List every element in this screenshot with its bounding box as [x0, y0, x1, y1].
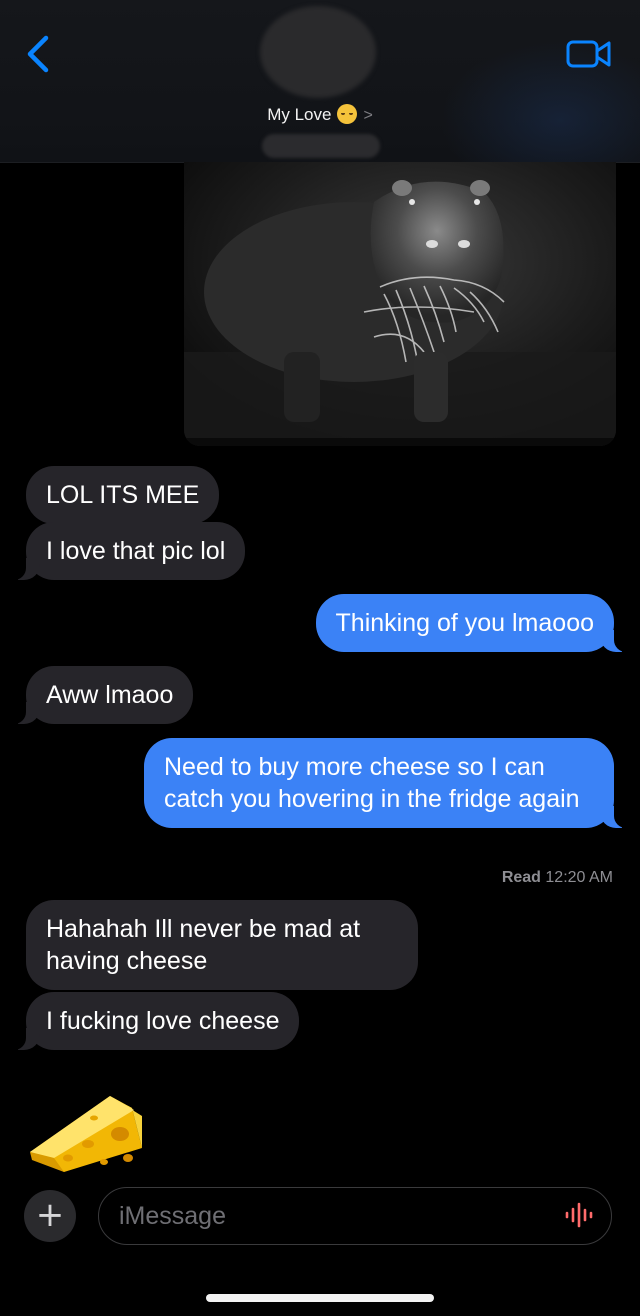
- contact-name-button[interactable]: My Love >: [0, 104, 640, 125]
- message-bubble-incoming[interactable]: Hahahah Ill never be mad at having chees…: [26, 900, 418, 990]
- message-text: LOL ITS MEE: [46, 481, 200, 509]
- smiling-face-with-hearts-icon: [337, 104, 358, 124]
- message-bubble-incoming[interactable]: I fucking love cheese: [11, 992, 300, 1050]
- message-bubble-incoming[interactable]: LOL ITS MEE: [26, 466, 220, 524]
- audio-message-button[interactable]: [563, 1202, 597, 1228]
- message-input[interactable]: iMessage: [98, 1187, 612, 1245]
- video-call-button[interactable]: [566, 38, 612, 70]
- contact-name: My Love: [267, 105, 332, 124]
- message-bubble-incoming[interactable]: Aww lmaoo: [11, 666, 194, 724]
- message-bubble-outgoing[interactable]: Thinking of you lmaooo: [315, 594, 629, 652]
- message-text: I fucking love cheese: [46, 1007, 280, 1035]
- hippo-night-photo: [184, 162, 616, 446]
- message-bubble-outgoing[interactable]: Need to buy more cheese so I can catch y…: [144, 738, 628, 828]
- image-attachment[interactable]: [184, 162, 616, 446]
- avatar[interactable]: [260, 6, 376, 98]
- home-indicator[interactable]: [206, 1294, 434, 1302]
- video-camera-icon: [566, 40, 611, 68]
- message-text: Thinking of you lmaooo: [335, 609, 594, 637]
- read-label: Read: [501, 869, 541, 886]
- message-text: Hahahah Ill never be mad at having chees…: [46, 915, 361, 975]
- chevron-left-icon: [27, 35, 49, 73]
- read-receipt: Read 12:20 AM: [502, 869, 613, 887]
- message-text: Need to buy more cheese so I can catch y…: [164, 753, 580, 813]
- redacted-subtitle: [262, 134, 380, 158]
- message-text: Aww lmaoo: [46, 681, 174, 709]
- chevron-right-icon: >: [363, 107, 373, 124]
- read-time: 12:20 AM: [545, 869, 613, 886]
- waveform-icon: [565, 1202, 593, 1228]
- message-bubble-incoming[interactable]: I love that pic lol: [11, 522, 246, 580]
- message-input-placeholder: iMessage: [119, 1202, 226, 1230]
- conversation-header: My Love >: [0, 0, 640, 163]
- back-button[interactable]: [18, 30, 62, 78]
- add-attachment-button[interactable]: +: [24, 1190, 76, 1242]
- cheese-wedge-icon[interactable]: [24, 1086, 150, 1180]
- message-text: I love that pic lol: [46, 537, 226, 565]
